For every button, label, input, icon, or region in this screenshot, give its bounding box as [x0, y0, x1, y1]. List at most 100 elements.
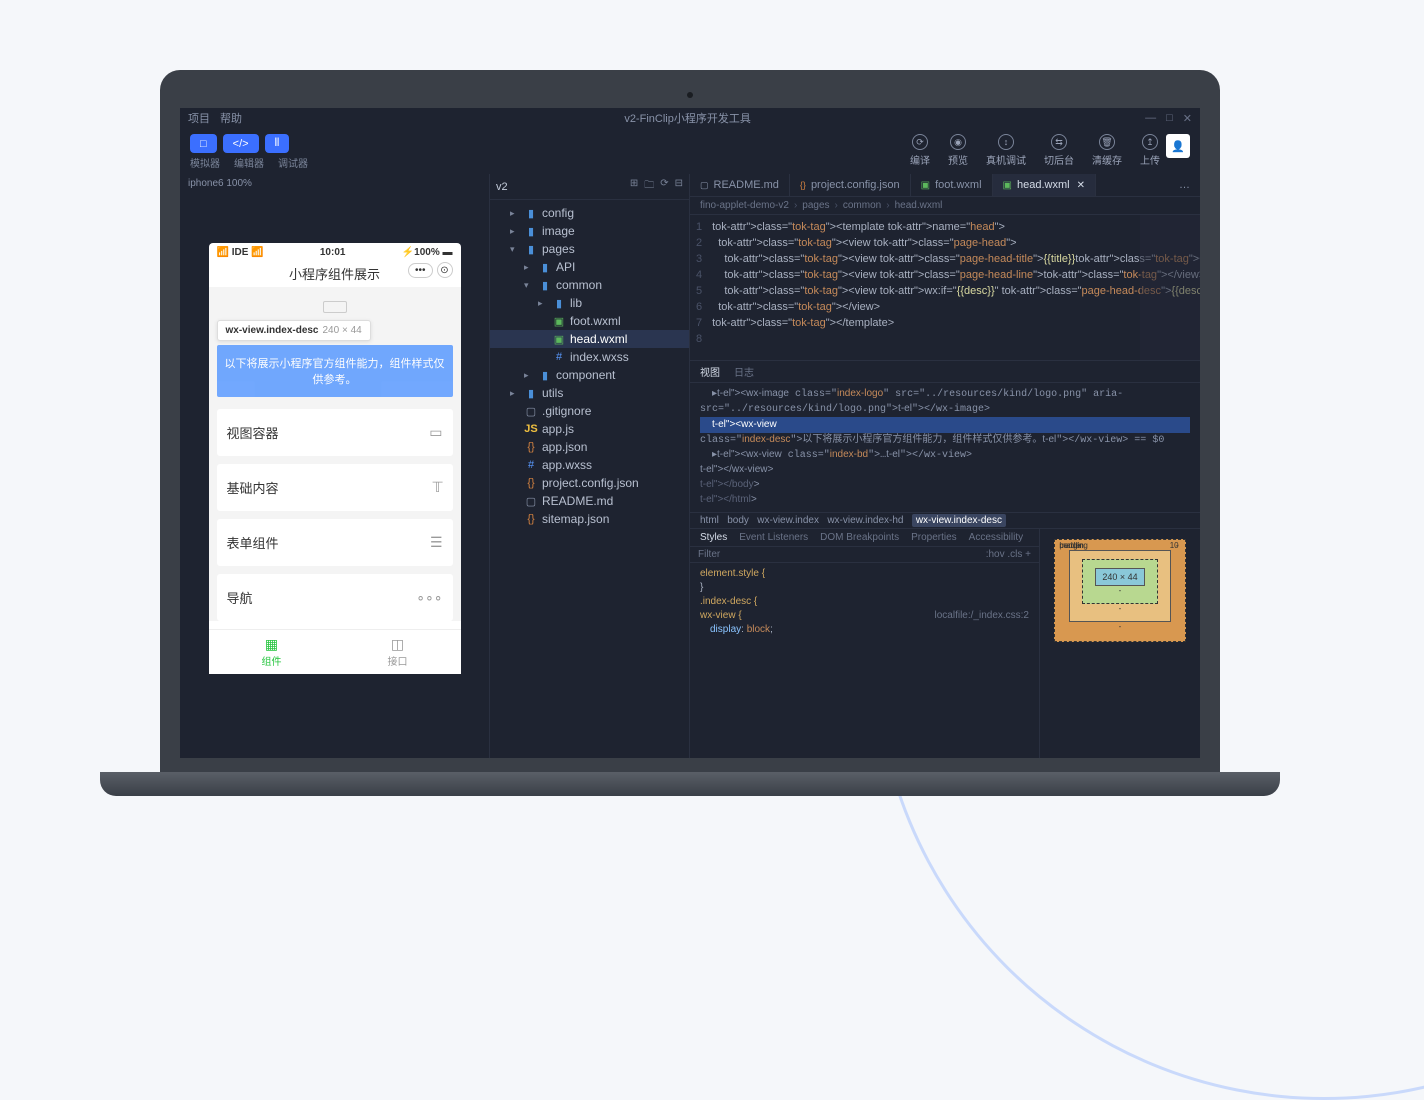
devtools-breadcrumbs: html body wx-view.index wx-view.index-hd…: [690, 512, 1200, 529]
crumb[interactable]: body: [727, 515, 749, 526]
tree-node[interactable]: ▾▮common: [490, 276, 689, 294]
user-avatar[interactable]: 👤: [1166, 134, 1190, 158]
tab-log[interactable]: 日志: [734, 364, 754, 379]
simulator-pane: iphone6 100% 📶 IDE 📶 10:01 ⚡100% ▬ 小程序组件…: [180, 174, 490, 758]
devtools-top-tabs: 视图 日志: [690, 361, 1200, 383]
tree-node[interactable]: ▢.gitignore: [490, 402, 689, 420]
tree-node[interactable]: ▸▮lib: [490, 294, 689, 312]
new-folder-icon[interactable]: 🗀: [644, 178, 654, 195]
list-item[interactable]: 基础内容𝕋: [217, 464, 453, 511]
highlighted-element[interactable]: 以下将展示小程序官方组件能力，组件样式仅供参考。: [217, 345, 453, 397]
styles-filter-input[interactable]: Filter: [698, 549, 720, 560]
minimap[interactable]: [1140, 215, 1200, 360]
phone-frame: 📶 IDE 📶 10:01 ⚡100% ▬ 小程序组件展示 ••• ⊙: [209, 243, 461, 674]
inspect-tooltip: wx-view.index-desc240 × 44: [217, 320, 371, 341]
status-signal: 📶 IDE 📶: [217, 247, 264, 258]
ide-window: 项目 帮助 v2-FinClip小程序开发工具 — □ ✕ □ </> ⫴: [180, 108, 1200, 758]
menu-project[interactable]: 项目: [188, 110, 210, 126]
crumb[interactable]: wx-view.index-desc: [912, 514, 1006, 527]
toolbar-right: ⟳编译 ◉预览 ↕真机调试 ⇆切后台 🗑清缓存 ↥上传: [910, 134, 1160, 167]
pill-editor[interactable]: </>: [223, 134, 259, 153]
toolbar-action-清缓存[interactable]: 🗑清缓存: [1092, 134, 1122, 167]
tree-node[interactable]: ▣head.wxml: [490, 330, 689, 348]
list-item[interactable]: 导航∘∘∘: [217, 574, 453, 621]
editor-tab[interactable]: ▣foot.wxml: [911, 174, 993, 196]
tree-node[interactable]: ▸▮image: [490, 222, 689, 240]
tree-node[interactable]: ▾▮pages: [490, 240, 689, 258]
editor-tab[interactable]: ▣head.wxml✕: [993, 174, 1096, 196]
pill-label: 调试器: [278, 155, 308, 170]
refresh-icon[interactable]: ⟳: [660, 178, 668, 195]
toolbar-action-切后台[interactable]: ⇆切后台: [1044, 134, 1074, 167]
window-maximize[interactable]: □: [1166, 112, 1173, 125]
dom-tree[interactable]: ▸t-el"><wx-image class="index-logo" src=…: [690, 383, 1200, 512]
page-title: 小程序组件展示: [289, 267, 380, 282]
laptop-camera: [687, 92, 693, 98]
style-subtab[interactable]: Accessibility: [969, 532, 1023, 543]
close-icon[interactable]: ✕: [1077, 180, 1085, 191]
style-subtab[interactable]: DOM Breakpoints: [820, 532, 899, 543]
toolbar: □ </> ⫴ 模拟器 编辑器 调试器 ⟳编译 ◉预览 ↕真机调试 ⇆切后台 🗑清缓存 ↥…: [180, 128, 1200, 174]
new-file-icon[interactable]: ⊞: [630, 178, 638, 195]
toolbar-action-上传[interactable]: ↥上传: [1140, 134, 1160, 167]
code-editor[interactable]: 12345678 tok-attr">class="tok-tag"><temp…: [690, 215, 1200, 360]
tree-node[interactable]: ▢README.md: [490, 492, 689, 510]
capsule-menu[interactable]: •••: [408, 263, 433, 278]
style-subtab[interactable]: Styles: [700, 532, 727, 543]
tree-node[interactable]: #app.wxss: [490, 456, 689, 474]
collapse-icon[interactable]: ⊟: [675, 178, 683, 195]
style-subtabs: Styles Event Listeners DOM Breakpoints Prop…: [690, 529, 1039, 547]
list-item[interactable]: 视图容器▭: [217, 409, 453, 456]
style-rules[interactable]: element.style {}.index-desc {</span></di…: [690, 563, 1039, 641]
tab-view[interactable]: 视图: [700, 364, 720, 379]
phone-tabbar: ▦组件◫接口: [209, 629, 461, 674]
tree-node[interactable]: JSapp.js: [490, 420, 689, 438]
toolbar-left-pills: □ </> ⫴: [190, 134, 308, 153]
phone-tab-接口[interactable]: ◫接口: [335, 630, 461, 674]
tree-node[interactable]: ▣foot.wxml: [490, 312, 689, 330]
phone-tab-组件[interactable]: ▦组件: [209, 630, 335, 674]
tree-root[interactable]: v2: [496, 181, 508, 193]
crumb[interactable]: html: [700, 515, 719, 526]
logo-placeholder: [323, 301, 347, 313]
style-subtab[interactable]: Properties: [911, 532, 957, 543]
laptop-frame: 项目 帮助 v2-FinClip小程序开发工具 — □ ✕ □ </> ⫴: [160, 70, 1220, 796]
editor-pane: ▢README.md{}project.config.json▣foot.wxm…: [690, 174, 1200, 758]
status-battery: ⚡100% ▬: [402, 247, 453, 258]
list-item[interactable]: 表单组件☰: [217, 519, 453, 566]
pill-simulator[interactable]: □: [190, 134, 217, 153]
tree-node[interactable]: ▸▮utils: [490, 384, 689, 402]
editor-breadcrumbs: fino-applet-demo-v2›pages›common›head.wx…: [690, 197, 1200, 215]
tree-node[interactable]: #index.wxss: [490, 348, 689, 366]
editor-tab[interactable]: ▢README.md: [690, 174, 790, 196]
simulator-header: iphone6 100%: [180, 174, 489, 193]
window-title: v2-FinClip小程序开发工具: [624, 110, 751, 126]
tabs-more[interactable]: …: [1169, 174, 1200, 196]
tree-node[interactable]: ▸▮config: [490, 204, 689, 222]
status-time: 10:01: [320, 247, 346, 258]
tree-node[interactable]: {}sitemap.json: [490, 510, 689, 528]
crumb[interactable]: wx-view.index: [757, 515, 819, 526]
capsule-close[interactable]: ⊙: [437, 262, 453, 278]
style-subtab[interactable]: Event Listeners: [739, 532, 808, 543]
toolbar-action-预览[interactable]: ◉预览: [948, 134, 968, 167]
toolbar-action-真机调试[interactable]: ↕真机调试: [986, 134, 1026, 167]
toolbar-action-编译[interactable]: ⟳编译: [910, 134, 930, 167]
editor-tab[interactable]: {}project.config.json: [790, 174, 911, 196]
tree-node[interactable]: ▸▮component: [490, 366, 689, 384]
line-gutter: 12345678: [690, 215, 712, 360]
window-close[interactable]: ✕: [1183, 112, 1192, 125]
pill-label: 编辑器: [234, 155, 264, 170]
menu-help[interactable]: 帮助: [220, 110, 242, 126]
tree-node[interactable]: ▸▮API: [490, 258, 689, 276]
file-tree: ▸▮config▸▮image▾▮pages▸▮API▾▮common▸▮lib…: [490, 200, 689, 532]
window-minimize[interactable]: —: [1145, 112, 1156, 125]
crumb[interactable]: wx-view.index-hd: [827, 515, 903, 526]
file-tree-pane: v2 ⊞ 🗀 ⟳ ⊟ ▸▮config▸▮image▾▮pages▸▮API▾▮…: [490, 174, 690, 758]
pill-debugger[interactable]: ⫴: [265, 134, 290, 153]
styles-filter-options[interactable]: :hov .cls +: [986, 549, 1031, 560]
menubar: 项目 帮助 v2-FinClip小程序开发工具 — □ ✕: [180, 108, 1200, 128]
pill-label: 模拟器: [190, 155, 220, 170]
tree-node[interactable]: {}app.json: [490, 438, 689, 456]
tree-node[interactable]: {}project.config.json: [490, 474, 689, 492]
